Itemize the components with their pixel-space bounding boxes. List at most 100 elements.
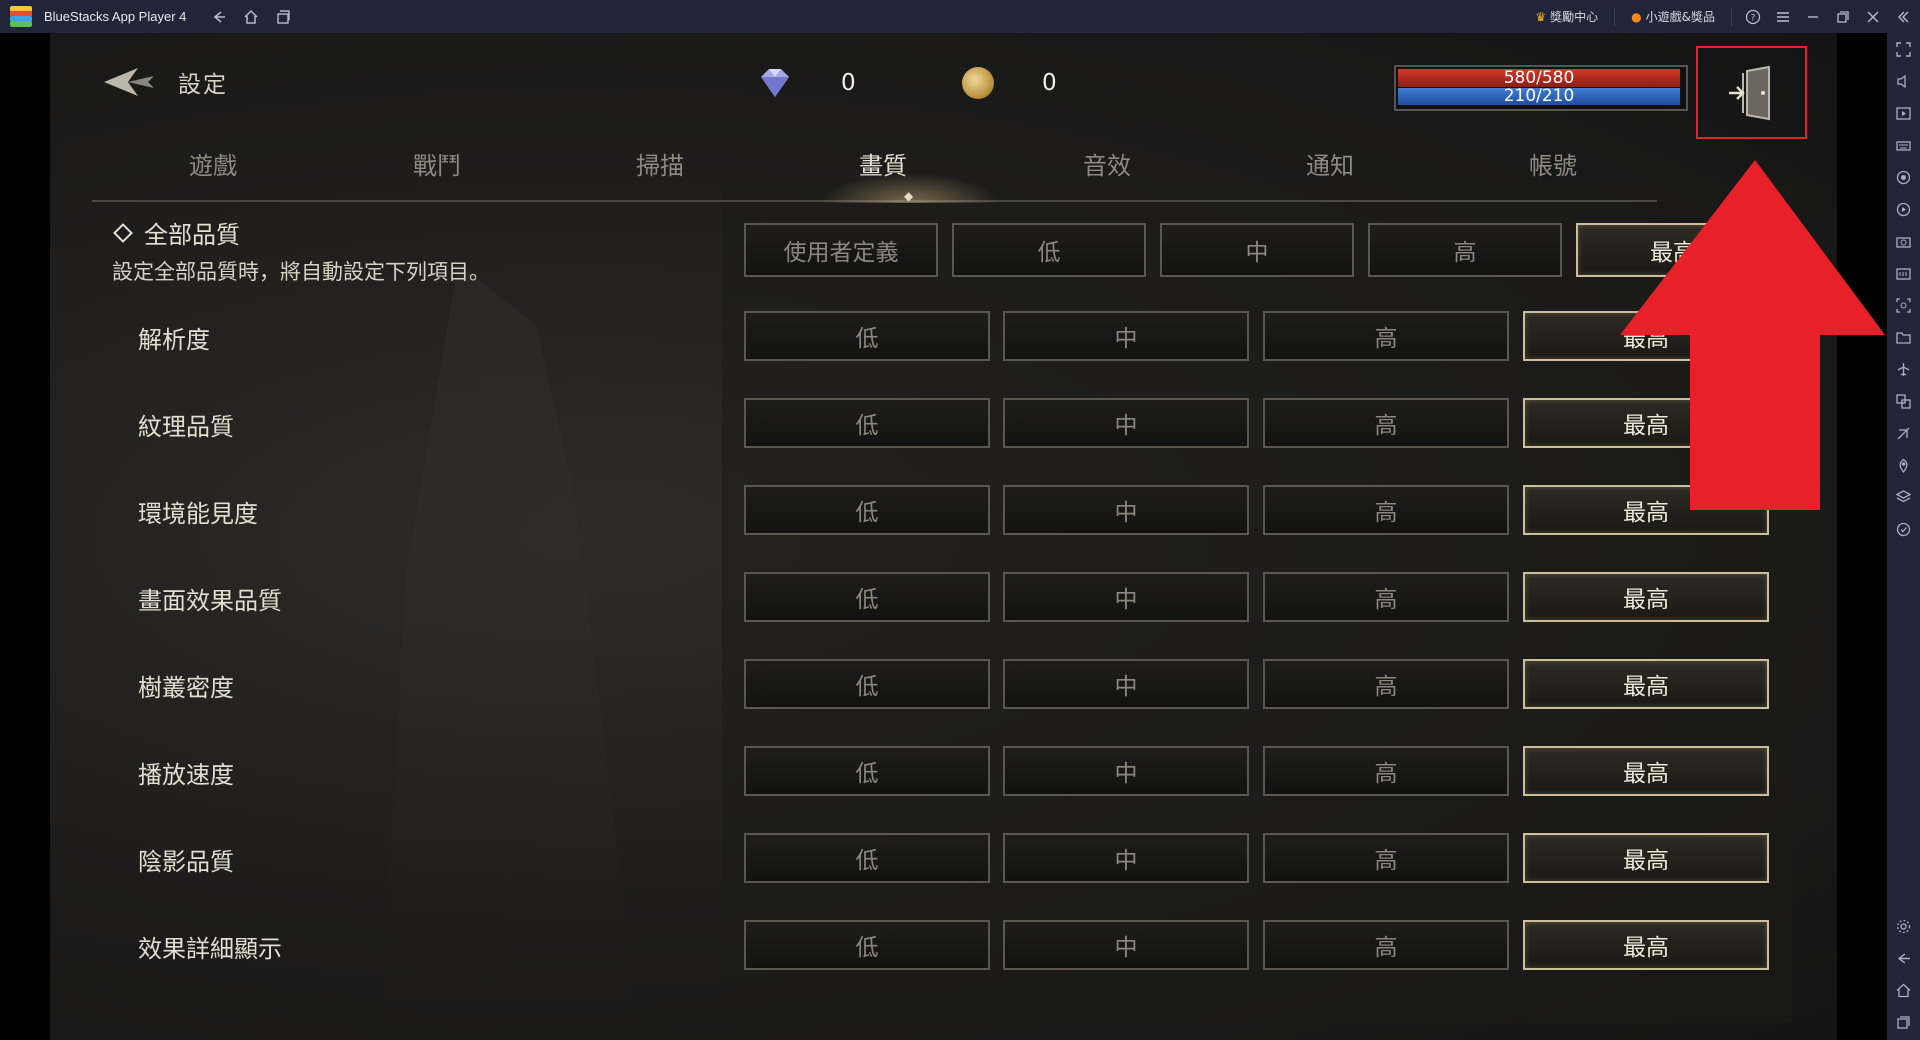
resolution-low-button[interactable]: 低 xyxy=(744,311,990,361)
resolution-medium-button[interactable]: 中 xyxy=(1003,311,1249,361)
playback-medium-button[interactable]: 中 xyxy=(1003,746,1249,796)
tab-account[interactable]: 帳號 xyxy=(1493,146,1613,181)
airplane-icon[interactable] xyxy=(1895,361,1912,378)
screenshot-icon[interactable] xyxy=(1895,297,1912,314)
volume-icon[interactable] xyxy=(1895,73,1912,90)
keyboard-icon[interactable] xyxy=(1895,137,1912,154)
playback-high-button[interactable]: 高 xyxy=(1263,746,1509,796)
eco-mode-icon[interactable] xyxy=(1895,425,1912,442)
tab-game[interactable]: 遊戲 xyxy=(153,146,273,181)
folder-icon[interactable] xyxy=(1895,329,1912,346)
divider xyxy=(1614,7,1616,26)
back-icon[interactable] xyxy=(210,8,228,26)
hp-mp-bars: 580/580 210/210 xyxy=(1394,65,1688,111)
setting-label-effects: 畫面效果品質 xyxy=(138,587,282,615)
setting-label-texture: 紋理品質 xyxy=(138,413,234,441)
recent-apps-icon[interactable] xyxy=(274,8,292,26)
effects-high-button[interactable]: 高 xyxy=(1263,572,1509,622)
shadow-low-button[interactable]: 低 xyxy=(744,833,990,883)
settings-panel: 設定 0 0 580/580 210/210 遊戲 戰鬥 掃描 畫質 音效 通知… xyxy=(50,33,1837,1040)
page-title: 設定 xyxy=(178,72,228,98)
help-icon[interactable]: ? xyxy=(1744,8,1762,26)
menu-icon[interactable] xyxy=(1774,8,1792,26)
layers-icon[interactable] xyxy=(1895,489,1912,506)
collapse-sidebar-icon[interactable] xyxy=(1894,8,1912,26)
shadow-highest-button[interactable]: 最高 xyxy=(1523,833,1769,883)
foliage-low-button[interactable]: 低 xyxy=(744,659,990,709)
close-icon[interactable] xyxy=(1864,8,1882,26)
all-quality-title: 全部品質 xyxy=(144,221,240,249)
divider xyxy=(1731,7,1732,26)
all-quality-high-button[interactable]: 高 xyxy=(1368,223,1562,277)
sync-icon[interactable] xyxy=(1895,521,1912,538)
window-titlebar: BlueStacks App Player 4 ♛ 獎勵中心 ● 小遊戲&獎品 … xyxy=(0,0,1920,33)
camera-icon[interactable] xyxy=(1895,233,1912,250)
effect-detail-medium-button[interactable]: 中 xyxy=(1003,920,1249,970)
shadow-medium-button[interactable]: 中 xyxy=(1003,833,1249,883)
android-home-icon[interactable] xyxy=(1895,982,1912,999)
tab-scan[interactable]: 掃描 xyxy=(600,146,720,181)
multi-instance-icon[interactable] xyxy=(1895,393,1912,410)
exit-button[interactable] xyxy=(1696,46,1807,139)
restore-icon[interactable] xyxy=(1834,8,1852,26)
playback-low-button[interactable]: 低 xyxy=(744,746,990,796)
android-back-icon[interactable] xyxy=(1895,950,1912,967)
tab-sound[interactable]: 音效 xyxy=(1047,146,1167,181)
foliage-medium-button[interactable]: 中 xyxy=(1003,659,1249,709)
media-icon[interactable] xyxy=(1895,105,1912,122)
minimize-icon[interactable] xyxy=(1804,8,1822,26)
all-quality-description: 設定全部品質時，將自動設定下列項目。 xyxy=(112,260,490,284)
bluestacks-logo-icon xyxy=(10,5,32,28)
all-quality-custom-button[interactable]: 使用者定義 xyxy=(744,223,938,277)
record-icon[interactable] xyxy=(1895,169,1912,186)
texture-low-button[interactable]: 低 xyxy=(744,398,990,448)
svg-text:?: ? xyxy=(1751,13,1756,23)
visibility-high-button[interactable]: 高 xyxy=(1263,485,1509,535)
setting-label-foliage: 樹叢密度 xyxy=(138,674,234,702)
effects-low-button[interactable]: 低 xyxy=(744,572,990,622)
setting-label-resolution: 解析度 xyxy=(138,326,210,354)
effects-medium-button[interactable]: 中 xyxy=(1003,572,1249,622)
tab-notification[interactable]: 通知 xyxy=(1270,146,1390,181)
bluestacks-sidebar xyxy=(1887,33,1920,1040)
texture-high-button[interactable]: 高 xyxy=(1263,398,1509,448)
hp-text: 580/580 xyxy=(1503,68,1575,88)
foliage-high-button[interactable]: 高 xyxy=(1263,659,1509,709)
replay-icon[interactable] xyxy=(1895,201,1912,218)
visibility-medium-button[interactable]: 中 xyxy=(1003,485,1249,535)
diamond-count: 0 xyxy=(841,70,856,96)
effect-detail-high-button[interactable]: 高 xyxy=(1263,920,1509,970)
coin-icon: ● xyxy=(1631,9,1642,24)
android-recent-icon[interactable] xyxy=(1895,1014,1912,1031)
resolution-high-button[interactable]: 高 xyxy=(1263,311,1509,361)
effect-detail-low-button[interactable]: 低 xyxy=(744,920,990,970)
tab-combat[interactable]: 戰鬥 xyxy=(377,146,497,181)
playback-highest-button[interactable]: 最高 xyxy=(1523,746,1769,796)
back-button[interactable]: 設定 xyxy=(102,65,228,99)
settings-gear-icon[interactable] xyxy=(1895,918,1912,935)
effect-detail-highest-button[interactable]: 最高 xyxy=(1523,920,1769,970)
exit-door-icon xyxy=(1728,65,1770,120)
gold-counter: 0 xyxy=(962,67,1057,99)
app-title: BlueStacks App Player 4 xyxy=(44,9,187,24)
rewards-center-link[interactable]: ♛ 獎勵中心 xyxy=(1531,8,1602,25)
bullet-diamond-icon xyxy=(113,222,133,243)
apk-icon[interactable] xyxy=(1895,265,1912,282)
texture-medium-button[interactable]: 中 xyxy=(1003,398,1249,448)
mini-games-label: 小遊戲&獎品 xyxy=(1645,10,1715,24)
visibility-low-button[interactable]: 低 xyxy=(744,485,990,535)
all-quality-low-button[interactable]: 低 xyxy=(952,223,1146,277)
setting-label-effect-detail: 效果詳細顯示 xyxy=(138,935,282,963)
mini-games-link[interactable]: ● 小遊戲&獎品 xyxy=(1627,8,1719,25)
location-icon[interactable] xyxy=(1895,457,1912,474)
diamond-icon xyxy=(761,69,789,97)
mp-text: 210/210 xyxy=(1503,86,1575,106)
all-quality-medium-button[interactable]: 中 xyxy=(1160,223,1354,277)
home-icon[interactable] xyxy=(242,8,260,26)
effects-highest-button[interactable]: 最高 xyxy=(1523,572,1769,622)
gold-coin-icon xyxy=(962,67,994,99)
shadow-high-button[interactable]: 高 xyxy=(1263,833,1509,883)
fullscreen-icon[interactable] xyxy=(1895,41,1912,58)
red-arrow-icon xyxy=(1620,160,1885,510)
foliage-highest-button[interactable]: 最高 xyxy=(1523,659,1769,709)
